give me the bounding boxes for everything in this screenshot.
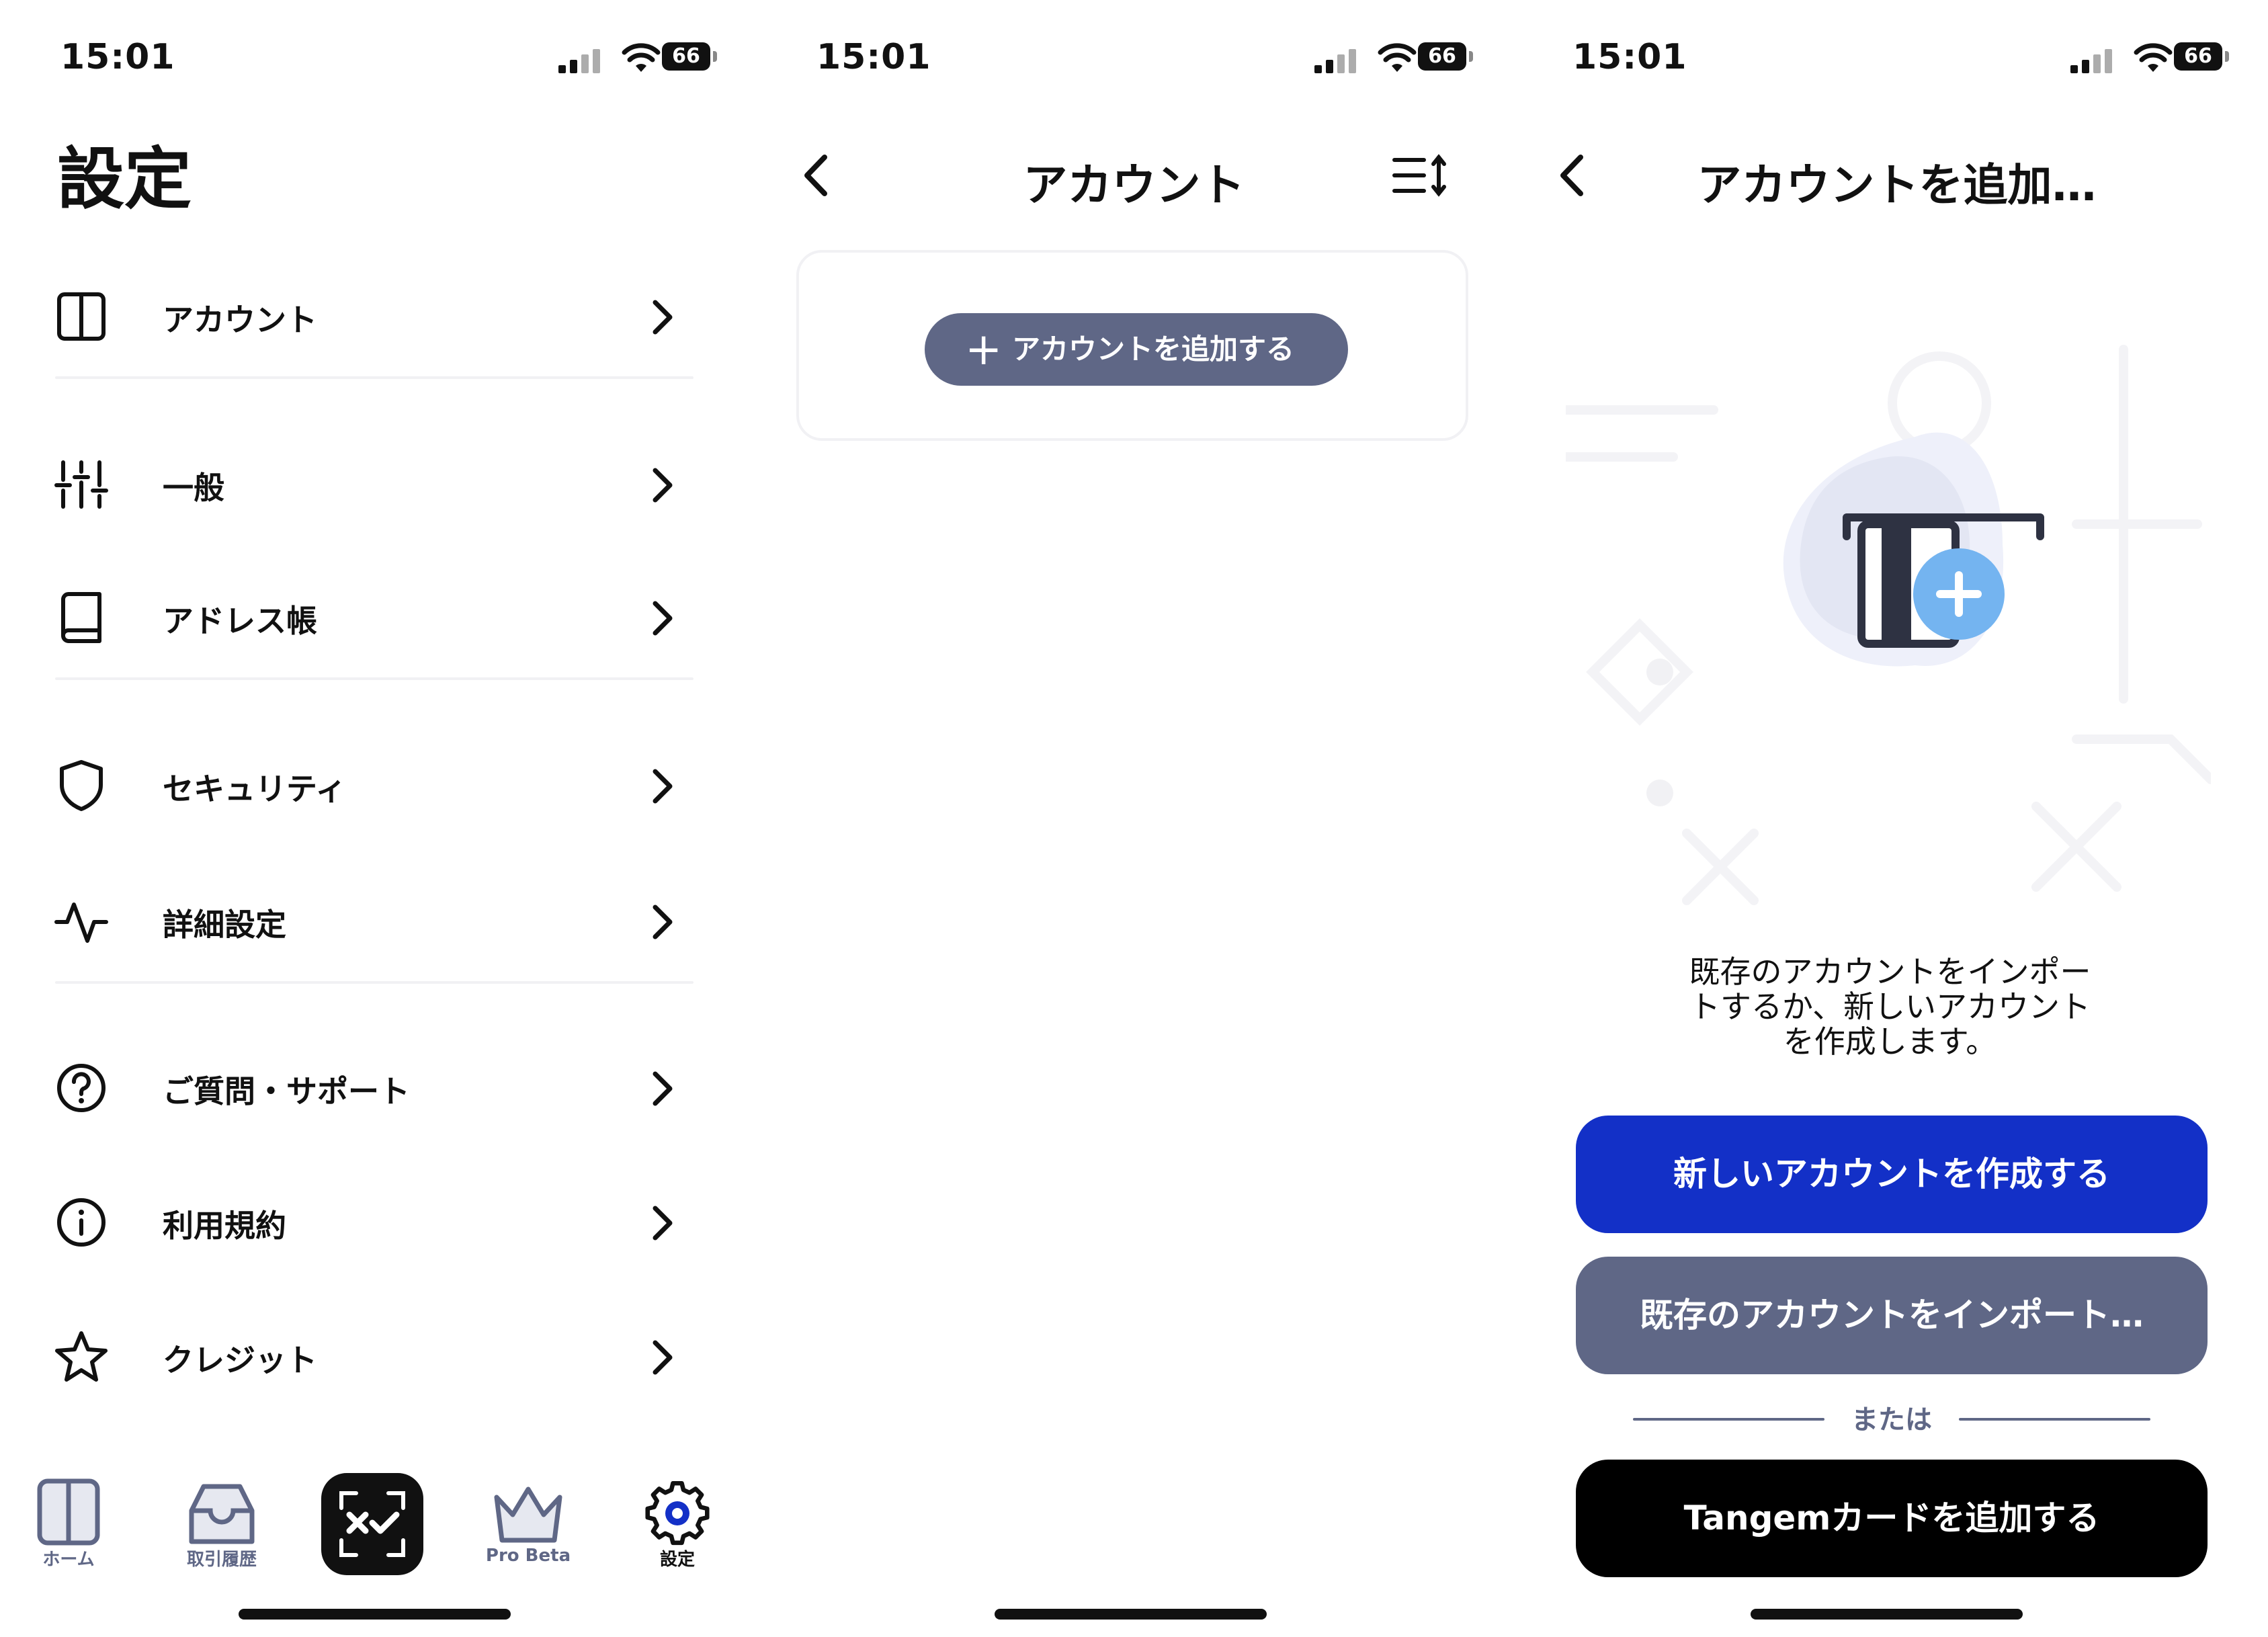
tab-settings[interactable]: 設定 — [624, 1465, 731, 1586]
settings-item-label: クレジット — [163, 1342, 317, 1378]
settings-item-advanced[interactable]: 詳細設定 — [0, 874, 756, 954]
battery-icon: 66 — [1418, 42, 1473, 71]
chevron-right-icon — [653, 769, 673, 804]
wifi-icon — [622, 43, 661, 72]
page-title: アカウントを追加… — [1697, 159, 2097, 211]
status-time: 15:01 — [60, 37, 175, 77]
tab-label: ホーム — [42, 1550, 95, 1570]
chevron-right-icon — [653, 1340, 673, 1375]
help-circle-icon — [57, 1064, 106, 1112]
settings-item-label: 詳細設定 — [163, 907, 286, 943]
status-bar: 15:01 66 — [1512, 37, 2268, 84]
settings-item-label: アドレス帳 — [163, 603, 317, 639]
divider — [55, 677, 694, 680]
description-text: 既存のアカウントをインポー トするか、新しいアカウント を作成します。 — [1620, 954, 2160, 1059]
settings-item-label: セキュリティ — [163, 771, 347, 807]
page-title: 設定 — [57, 140, 192, 218]
battery-icon: 66 — [662, 42, 717, 71]
settings-item-terms[interactable]: 利用規約 — [0, 1175, 756, 1255]
home-indicator — [239, 1609, 511, 1620]
add-account-screen: 15:01 66 アカウントを追加… 既存のアカウントをインポー トするか、新し… — [1512, 0, 2268, 1637]
card-insert-illustration — [1566, 345, 2211, 905]
divider — [55, 376, 694, 379]
settings-item-label: ご質問・サポート — [163, 1073, 410, 1109]
create-account-button[interactable]: 新しいアカウントを作成する — [1576, 1116, 2208, 1233]
home-columns-icon — [37, 1478, 100, 1546]
cellular-signal-icon — [2070, 46, 2115, 73]
settings-item-label: 一般 — [163, 470, 224, 506]
tab-label: 設定 — [659, 1550, 695, 1570]
chevron-right-icon — [653, 1206, 673, 1241]
home-indicator — [1751, 1609, 2023, 1620]
settings-item-credits[interactable]: クレジット — [0, 1309, 756, 1390]
description-line: トするか、新しいアカウント — [1689, 989, 2091, 1025]
home-indicator — [995, 1609, 1267, 1620]
info-icon — [57, 1198, 106, 1247]
scan-button[interactable] — [321, 1473, 423, 1575]
nav-bar: アカウント — [756, 134, 1512, 215]
status-bar: 15:01 66 — [0, 37, 756, 84]
description-line: を作成します。 — [1783, 1023, 1997, 1060]
nav-bar: アカウントを追加… — [1512, 134, 2268, 215]
tab-label: Pro Beta — [485, 1546, 571, 1566]
crown-icon — [494, 1486, 562, 1543]
cellular-signal-icon — [1314, 46, 1359, 73]
tab-pro-beta[interactable]: Pro Beta — [474, 1465, 582, 1586]
tab-history[interactable]: 取引履歴 — [168, 1465, 276, 1586]
settings-item-address-book[interactable]: アドレス帳 — [0, 570, 756, 650]
columns-icon — [57, 292, 106, 341]
status-time: 15:01 — [1572, 37, 1687, 77]
star-icon — [55, 1331, 108, 1382]
battery-icon: 66 — [2174, 42, 2229, 71]
tab-home[interactable]: ホーム — [15, 1465, 122, 1586]
settings-item-label: アカウント — [163, 302, 317, 338]
chevron-right-icon — [653, 601, 673, 636]
or-label: または — [1851, 1404, 1932, 1435]
inbox-icon — [189, 1484, 255, 1544]
activity-icon — [54, 903, 108, 943]
chevron-right-icon — [653, 468, 673, 503]
wifi-icon — [2134, 43, 2173, 72]
wifi-icon — [1378, 43, 1417, 72]
settings-item-general[interactable]: 一般 — [0, 437, 756, 517]
chevron-right-icon — [653, 300, 673, 335]
chevron-right-icon — [653, 1071, 673, 1106]
or-separator: または — [1633, 1398, 2150, 1438]
chevron-right-icon — [653, 905, 673, 939]
separator-line — [1959, 1418, 2150, 1421]
accounts-screen: 15:01 66 アカウント + アカウントを追加する — [756, 0, 1512, 1637]
description-line: 既存のアカウントをインポー — [1689, 954, 2091, 990]
cellular-signal-icon — [558, 46, 603, 73]
add-tangem-card-button[interactable]: Tangemカードを追加する — [1576, 1460, 2208, 1577]
plus-icon: + — [965, 323, 1003, 375]
book-icon — [61, 592, 101, 643]
settings-item-support[interactable]: ご質問・サポート — [0, 1040, 756, 1121]
tab-label: 取引履歴 — [186, 1550, 257, 1570]
settings-item-account[interactable]: アカウント — [0, 269, 756, 349]
import-account-button[interactable]: 既存のアカウントをインポート… — [1576, 1257, 2208, 1374]
gear-icon — [645, 1481, 710, 1546]
settings-screen: 15:01 66 設定 アカウント 一般 アドレス帳 セキュリティ 詳細設定 ご… — [0, 0, 756, 1637]
divider — [55, 981, 694, 984]
accounts-card: + アカウントを追加する — [796, 250, 1468, 441]
settings-item-label: 利用規約 — [163, 1208, 286, 1244]
sliders-icon — [54, 460, 108, 509]
settings-item-security[interactable]: セキュリティ — [0, 738, 756, 818]
shield-icon — [60, 760, 103, 811]
scan-check-icon — [339, 1491, 405, 1557]
status-time: 15:01 — [816, 37, 931, 77]
add-account-button[interactable]: + アカウントを追加する — [925, 313, 1348, 386]
add-account-label: アカウントを追加する — [1012, 333, 1295, 366]
status-bar: 15:01 66 — [756, 37, 1512, 84]
sort-list-icon[interactable] — [1390, 153, 1448, 198]
